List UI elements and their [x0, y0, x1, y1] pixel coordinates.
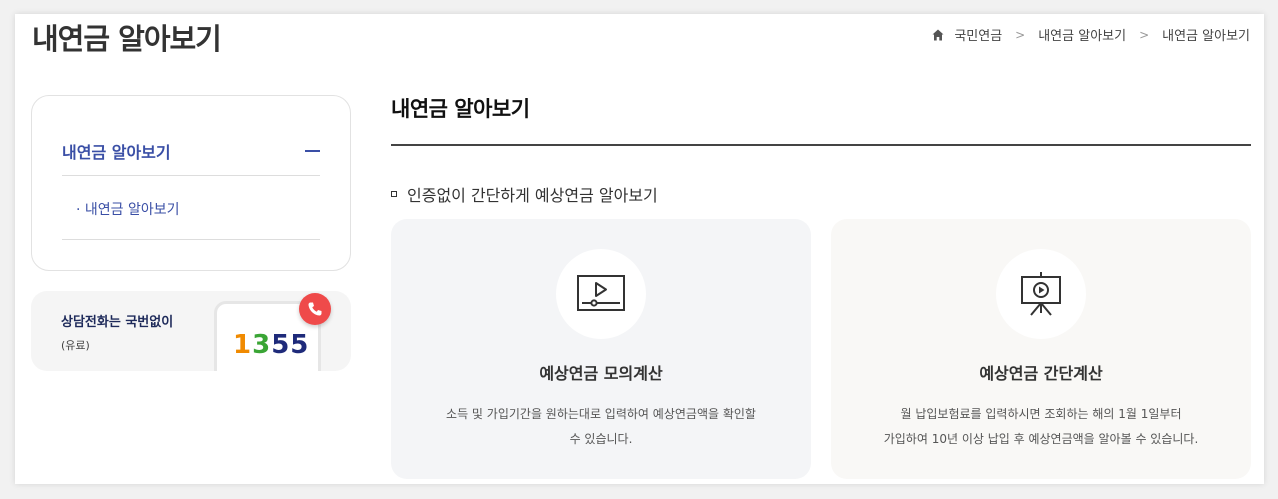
call-center-banner[interactable]: 상담전화는 국번없이 (유료) 1355: [31, 291, 351, 371]
simple-calc-title: 예상연금 간단계산: [979, 364, 1103, 383]
page-card: 내연금 알아보기 국민연금 > 내연금 알아보기 > 내연금 알아보기 내연금 …: [15, 14, 1264, 484]
home-icon[interactable]: [932, 29, 944, 41]
chevron-right-icon: >: [1139, 27, 1150, 42]
side-menu: 내연금 알아보기 · 내연금 알아보기: [31, 95, 351, 271]
icon-circle: [996, 249, 1086, 339]
chevron-right-icon: >: [1015, 27, 1026, 42]
breadcrumb: 국민연금 > 내연금 알아보기 > 내연금 알아보기: [932, 25, 1250, 44]
breadcrumb-item-home[interactable]: 국민연금: [954, 25, 1002, 44]
title-divider: [391, 144, 1251, 146]
sidebar-item-my-pension[interactable]: · 내연금 알아보기: [76, 199, 180, 219]
content-title: 내연금 알아보기: [391, 97, 530, 121]
icon-circle: [556, 249, 646, 339]
breadcrumb-item-category[interactable]: 내연금 알아보기: [1038, 25, 1126, 44]
collapse-icon[interactable]: [305, 150, 320, 152]
square-bullet-icon: [391, 191, 397, 197]
section-label-text: 인증없이 간단하게 예상연금 알아보기: [407, 186, 658, 205]
side-menu-header[interactable]: 내연금 알아보기: [62, 139, 320, 176]
call-center-number: 1355: [233, 330, 310, 360]
side-menu-header-label: 내연금 알아보기: [62, 143, 171, 162]
simple-calc-card[interactable]: 예상연금 간단계산 월 납입보험료를 입력하시면 조회하는 해의 1월 1일부터…: [831, 219, 1251, 479]
simulated-calc-card[interactable]: 예상연금 모의계산 소득 및 가입기간을 원하는대로 입력하여 예상연금액을 확…: [391, 219, 811, 479]
call-center-note: (유료): [61, 339, 90, 352]
divider: [62, 239, 320, 240]
simulated-calc-desc: 소득 및 가입기간을 원하는대로 입력하여 예상연금액을 확인할 수 있습니다.: [446, 407, 756, 446]
simple-calc-desc: 월 납입보험료를 입력하시면 조회하는 해의 1월 1일부터 가입하여 10년 …: [883, 407, 1199, 446]
simulated-calc-title: 예상연금 모의계산: [539, 364, 663, 383]
phone-call-icon: [299, 293, 331, 325]
section-label: 인증없이 간단하게 예상연금 알아보기: [391, 182, 658, 206]
presentation-play-icon: [1021, 272, 1061, 316]
page-title: 내연금 알아보기: [32, 22, 222, 56]
breadcrumb-item-current[interactable]: 내연금 알아보기: [1162, 25, 1250, 44]
call-center-title: 상담전화는 국번없이: [61, 315, 174, 330]
video-play-icon: [577, 275, 625, 311]
